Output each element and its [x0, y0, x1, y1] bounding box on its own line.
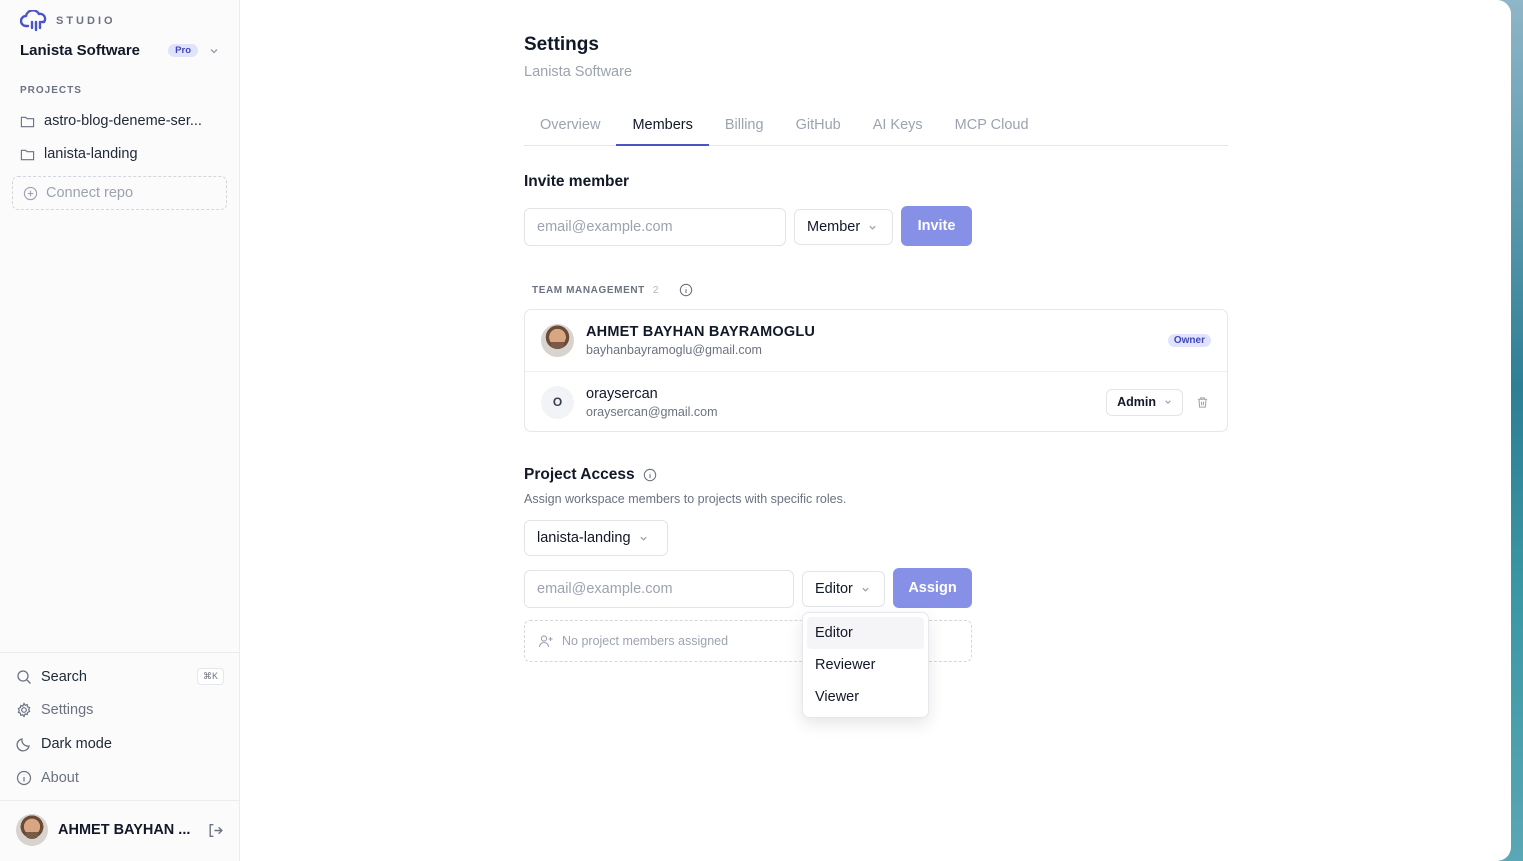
projects-section-label: PROJECTS: [20, 85, 82, 96]
settings-tabs: Overview Members Billing GitHub AI Keys …: [524, 105, 1228, 146]
sidebar-dark-mode[interactable]: Dark mode: [16, 736, 224, 752]
workspace-switcher[interactable]: Lanista Software Pro: [20, 42, 220, 59]
workspace-name: Lanista Software: [20, 42, 141, 59]
project-access-title: Project Access: [524, 466, 635, 483]
plus-circle-icon: [23, 186, 38, 200]
brand-wordmark: STUDIO: [56, 15, 116, 27]
member-role-select[interactable]: Admin: [1106, 388, 1183, 416]
invite-role-value: Member: [807, 219, 861, 235]
logout-icon[interactable]: [207, 822, 224, 839]
owner-badge: Owner: [1167, 334, 1211, 347]
invite-role-select[interactable]: Member: [794, 209, 893, 245]
sidebar-divider: [0, 800, 239, 801]
chevron-down-icon: [1165, 400, 1171, 404]
invite-email-input[interactable]: email@example.com: [524, 208, 786, 246]
info-icon: [16, 770, 32, 786]
assign-role-value: Editor: [815, 581, 853, 597]
sidebar-settings[interactable]: Settings: [16, 702, 224, 718]
member-row: AHMET BAYHAN BAYRAMOGLU bayhanbayramoglu…: [525, 310, 1227, 371]
tab-github[interactable]: GitHub: [780, 105, 857, 146]
member-email: bayhanbayramoglu@gmail.com: [586, 343, 762, 357]
page-title: Settings: [524, 34, 599, 55]
member-role-value: Admin: [1117, 395, 1156, 409]
about-label: About: [41, 770, 79, 786]
role-option-editor[interactable]: Editor: [807, 617, 924, 649]
search-label: Search: [41, 668, 87, 685]
role-option-reviewer[interactable]: Reviewer: [807, 649, 924, 681]
member-email: oraysercan@gmail.com: [586, 404, 718, 419]
info-icon[interactable]: [643, 468, 657, 482]
chevron-down-icon: [210, 48, 218, 54]
tab-overview[interactable]: Overview: [524, 105, 616, 146]
connect-repo-button[interactable]: Connect repo: [12, 176, 227, 210]
role-dropdown-menu: Editor Reviewer Viewer: [802, 612, 929, 718]
user-plus-icon: [538, 635, 553, 648]
member-info: AHMET BAYHAN BAYRAMOGLU bayhanbayramoglu…: [586, 324, 815, 357]
settings-label: Settings: [41, 702, 94, 718]
search-icon: [17, 669, 31, 684]
sidebar-divider: [0, 652, 239, 653]
role-option-viewer[interactable]: Viewer: [807, 681, 924, 713]
connect-repo-label: Connect repo: [46, 185, 134, 201]
project-access-description: Assign workspace members to projects wit…: [524, 492, 847, 506]
sidebar-project-label: lanista-landing: [44, 146, 138, 162]
assign-role-select[interactable]: Editor: [802, 571, 885, 607]
invite-button[interactable]: Invite: [901, 206, 972, 246]
team-members-list: AHMET BAYHAN BAYRAMOGLU bayhanbayramoglu…: [524, 309, 1228, 432]
sidebar-search[interactable]: Search ⌘K: [16, 668, 224, 685]
chevron-down-icon: [639, 536, 647, 541]
user-profile[interactable]: AHMET BAYHAN ...: [16, 814, 224, 846]
tab-members[interactable]: Members: [616, 105, 709, 146]
project-select-value: lanista-landing: [537, 530, 631, 546]
page-subtitle: Lanista Software: [524, 64, 633, 80]
member-row: O oraysercan oraysercan@gmail.com Admin: [525, 371, 1227, 432]
tab-ai-keys[interactable]: AI Keys: [857, 105, 939, 146]
tab-billing[interactable]: Billing: [709, 105, 780, 146]
tab-mcp-cloud[interactable]: MCP Cloud: [939, 105, 1045, 146]
folder-icon: [20, 116, 35, 127]
team-count: 2: [652, 284, 660, 296]
team-management-label: TEAM MANAGEMENT 2: [532, 283, 693, 297]
chevron-down-icon: [862, 587, 869, 592]
chevron-down-icon: [869, 225, 876, 230]
search-shortcut: ⌘K: [196, 668, 224, 685]
sidebar-about[interactable]: About: [16, 770, 224, 786]
user-name: AHMET BAYHAN ...: [58, 822, 191, 838]
member-name: oraysercan: [586, 385, 658, 402]
folder-icon: [20, 149, 35, 160]
team-management-title: TEAM MANAGEMENT: [532, 284, 645, 296]
gear-icon: [17, 702, 31, 718]
member-info: oraysercan oraysercan@gmail.com: [586, 386, 717, 419]
avatar-initial: O: [541, 385, 574, 419]
dark-mode-label: Dark mode: [41, 736, 112, 752]
sidebar-project-lanista-landing[interactable]: lanista-landing: [20, 146, 230, 162]
project-access-header: Project Access: [524, 466, 657, 484]
assign-button[interactable]: Assign: [893, 568, 972, 608]
empty-state-text: No project members assigned: [562, 634, 729, 648]
cloud-logo-icon: [20, 10, 47, 32]
sidebar-project-label: astro-blog-deneme-ser...: [44, 113, 202, 129]
brand-logo[interactable]: STUDIO: [20, 10, 116, 32]
assign-email-input[interactable]: email@example.com: [524, 570, 794, 608]
avatar: [541, 324, 574, 357]
app-window: STUDIO Lanista Software Pro PROJECTS ast…: [0, 0, 1511, 861]
moon-icon: [16, 738, 30, 752]
sidebar: STUDIO Lanista Software Pro PROJECTS ast…: [0, 0, 240, 861]
avatar: [16, 814, 48, 846]
info-icon[interactable]: [679, 283, 693, 297]
member-name: AHMET BAYHAN BAYRAMOGLU: [586, 324, 816, 340]
project-select[interactable]: lanista-landing: [524, 520, 668, 556]
sidebar-project-astro-blog[interactable]: astro-blog-deneme-ser...: [20, 113, 230, 129]
invite-member-title: Invite member: [524, 173, 630, 190]
plan-badge: Pro: [168, 44, 198, 57]
trash-icon[interactable]: [1196, 396, 1209, 409]
